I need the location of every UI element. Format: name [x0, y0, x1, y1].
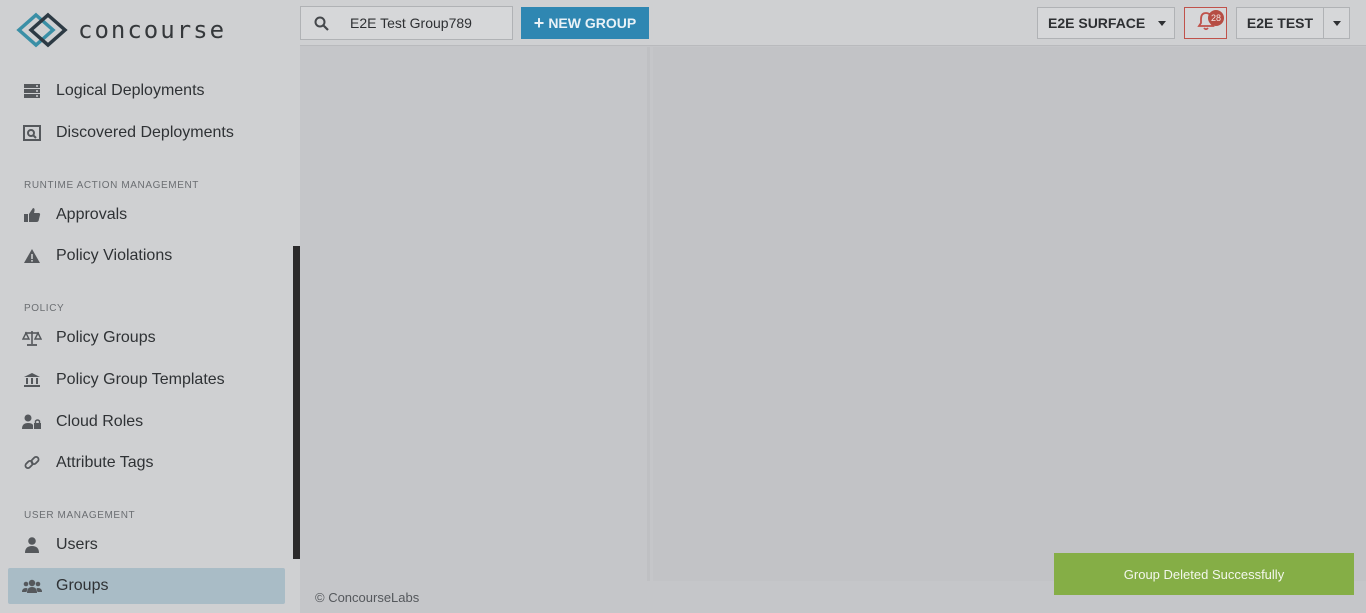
link-icon	[22, 453, 42, 473]
group-detail-pane	[653, 47, 1366, 581]
brand-name: concourse	[78, 16, 227, 44]
sidebar-item-policy-violations[interactable]: Policy Violations	[8, 238, 285, 274]
user-lock-icon	[22, 412, 42, 432]
search-icon	[301, 16, 341, 31]
sidebar-item-policy-group-templates[interactable]: Policy Group Templates	[8, 362, 285, 398]
chevron-down-icon	[1158, 21, 1166, 26]
group-list-pane	[300, 47, 650, 581]
user-name: E2E TEST	[1237, 8, 1324, 38]
search-box[interactable]	[300, 6, 513, 40]
sidebar-item-label: Policy Violations	[56, 247, 173, 264]
new-group-label: NEW GROUP	[548, 15, 637, 31]
section-title-runtime: RUNTIME ACTION MANAGEMENT	[24, 180, 200, 191]
sidebar: concourse Logical Deployments Discovered…	[0, 0, 300, 613]
plus-icon: +	[533, 12, 545, 33]
notification-count-badge: 28	[1208, 10, 1224, 26]
section-title-user-management: USER MANAGEMENT	[24, 510, 136, 521]
top-bar: + NEW GROUP E2E SURFACE 28 E2E TEST	[300, 0, 1366, 46]
environment-dropdown[interactable]: E2E SURFACE	[1037, 7, 1175, 39]
success-toast[interactable]: Group Deleted Successfully	[1054, 553, 1354, 595]
sidebar-item-cloud-roles[interactable]: Cloud Roles	[8, 404, 285, 440]
sidebar-item-label: Policy Groups	[56, 329, 156, 346]
sidebar-item-approvals[interactable]: Approvals	[8, 197, 285, 233]
sidebar-item-label: Discovered Deployments	[56, 124, 234, 141]
notifications-button[interactable]: 28	[1184, 7, 1227, 39]
sidebar-item-label: Approvals	[56, 206, 128, 223]
bank-icon	[22, 370, 42, 390]
discover-icon	[22, 123, 42, 143]
sidebar-item-users[interactable]: Users	[8, 527, 285, 563]
sidebar-scrollbar[interactable]	[293, 246, 300, 559]
user-dropdown[interactable]: E2E TEST	[1236, 7, 1350, 39]
sidebar-item-discovered-deployments[interactable]: Discovered Deployments	[8, 115, 285, 151]
environment-value: E2E SURFACE	[1048, 15, 1146, 31]
sidebar-item-label: Policy Group Templates	[56, 371, 225, 388]
server-icon	[22, 81, 42, 101]
new-group-button[interactable]: + NEW GROUP	[521, 7, 649, 39]
sidebar-item-logical-deployments[interactable]: Logical Deployments	[8, 73, 285, 109]
user-dropdown-toggle[interactable]	[1324, 20, 1349, 26]
sidebar-item-policy-groups[interactable]: Policy Groups	[8, 320, 285, 356]
chevron-down-icon	[1332, 20, 1341, 26]
sidebar-item-label: Logical Deployments	[56, 82, 205, 99]
footer-copyright: © ConcourseLabs	[315, 590, 420, 605]
sidebar-item-attribute-tags[interactable]: Attribute Tags	[8, 445, 285, 481]
concourse-logo[interactable]: concourse	[16, 12, 226, 48]
section-title-policy: POLICY	[24, 303, 65, 314]
sidebar-item-label: Cloud Roles	[56, 413, 144, 430]
sidebar-item-groups[interactable]: Groups	[8, 568, 285, 604]
sidebar-item-label: Groups	[56, 577, 109, 594]
sidebar-item-label: Attribute Tags	[56, 454, 154, 471]
balance-scale-icon	[22, 328, 42, 348]
sidebar-item-label: Users	[56, 536, 98, 553]
users-icon	[22, 576, 42, 596]
user-icon	[22, 535, 42, 555]
search-input[interactable]	[341, 15, 501, 31]
concourse-logo-icon	[16, 12, 68, 48]
warning-icon	[22, 246, 42, 266]
thumbs-up-icon	[22, 205, 42, 225]
